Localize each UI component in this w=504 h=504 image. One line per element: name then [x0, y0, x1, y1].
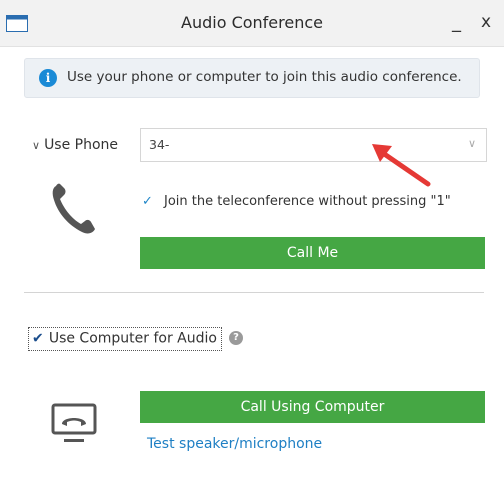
help-icon[interactable]: ?	[229, 331, 243, 345]
section-divider	[24, 292, 484, 293]
join-without-1-label: Join the teleconference without pressing…	[164, 194, 451, 209]
computer-audio-icon	[51, 403, 97, 442]
phone-handset-icon	[52, 183, 95, 234]
info-banner: i Use your phone or computer to join thi…	[24, 58, 480, 98]
info-text: Use your phone or computer to join this …	[67, 69, 462, 85]
minimize-button[interactable]: _	[452, 12, 461, 33]
join-without-1-checkbox[interactable]: ✓	[142, 194, 153, 209]
red-arrow-annotation	[372, 144, 431, 187]
info-icon: i	[39, 69, 57, 87]
phone-number-value: 34-	[149, 137, 170, 152]
chevron-down-icon: ∨	[467, 137, 476, 150]
use-computer-audio-checkbox[interactable]: ✔ Use Computer for Audio	[28, 327, 222, 351]
call-me-button[interactable]: Call Me	[140, 237, 485, 269]
call-using-computer-button[interactable]: Call Using Computer	[140, 391, 485, 423]
chevron-down-icon: ∨	[32, 139, 41, 152]
window-title: Audio Conference	[181, 13, 323, 32]
use-phone-label: Use Phone	[44, 137, 119, 153]
title-bar: Audio Conference _ x	[0, 0, 504, 47]
test-speaker-microphone-link[interactable]: Test speaker/microphone	[147, 436, 322, 452]
use-phone-toggle[interactable]: ∨ Use Phone	[32, 137, 118, 153]
close-button[interactable]: x	[481, 12, 491, 32]
checkmark-icon: ✔	[32, 330, 44, 347]
use-computer-audio-label: Use Computer for Audio	[48, 330, 217, 347]
